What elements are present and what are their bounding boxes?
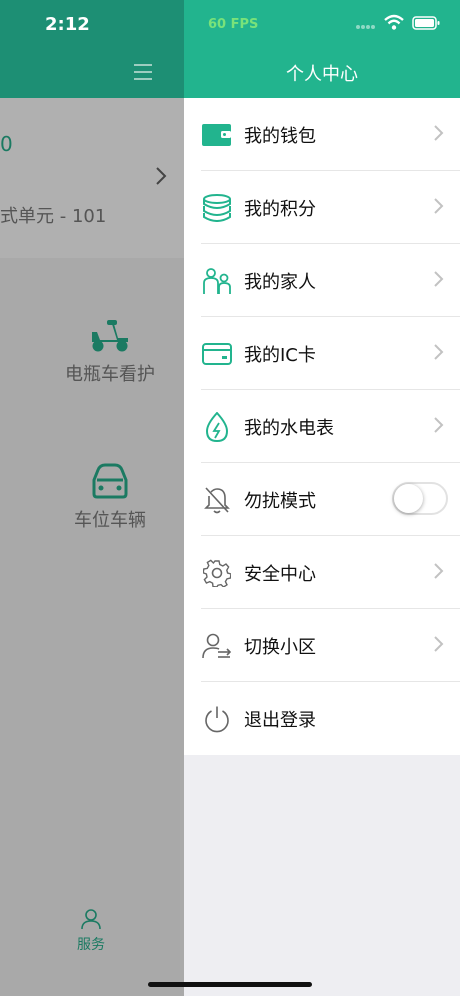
menu-item-label: 我的家人 bbox=[244, 271, 316, 293]
user-icon bbox=[60, 908, 122, 934]
wifi-icon bbox=[384, 14, 404, 34]
chevron-right-icon bbox=[432, 342, 444, 366]
drawer-header: 60 FPS 个人中心 bbox=[184, 0, 460, 98]
drawer-title: 个人中心 bbox=[286, 64, 358, 85]
chevron-right-icon bbox=[432, 196, 444, 220]
menu-icon[interactable] bbox=[133, 62, 153, 86]
menu-list: 我的钱包 我的积分 我的家人 我的IC卡 我的水电表 勿扰模式 安全中心 切换小… bbox=[184, 98, 460, 755]
menu-item-do-not-disturb[interactable]: 勿扰模式 bbox=[184, 463, 460, 536]
status-time: 2:12 bbox=[45, 14, 90, 35]
fps-counter: 60 FPS bbox=[208, 17, 259, 32]
menu-item-points[interactable]: 我的积分 bbox=[184, 171, 460, 244]
menu-item-label: 退出登录 bbox=[244, 709, 316, 731]
chevron-right-icon bbox=[432, 561, 444, 585]
menu-item-label: 我的钱包 bbox=[244, 125, 316, 147]
chevron-right-icon bbox=[432, 415, 444, 439]
coins-icon bbox=[202, 193, 232, 223]
menu-item-family[interactable]: 我的家人 bbox=[184, 244, 460, 317]
service-electric-scooter[interactable]: 电瓶车看护 bbox=[40, 318, 180, 386]
menu-item-ic-card[interactable]: 我的IC卡 bbox=[184, 317, 460, 390]
car-icon bbox=[40, 462, 180, 506]
toggle-knob bbox=[394, 484, 423, 513]
menu-item-label: 我的水电表 bbox=[244, 417, 334, 439]
chevron-right-icon bbox=[432, 634, 444, 658]
water-electric-meter-icon bbox=[202, 411, 232, 442]
services-grid: 电瓶车看护 车位车辆 bbox=[0, 270, 184, 880]
home-indicator bbox=[148, 982, 312, 987]
menu-item-label: 安全中心 bbox=[244, 563, 316, 585]
background-page: 2:12 0 式单元 - 101 电瓶车看护 车位车辆 服务 bbox=[0, 0, 184, 996]
service-label: 电瓶车看护 bbox=[65, 364, 155, 385]
menu-item-label: 我的IC卡 bbox=[244, 344, 316, 366]
wallet-icon bbox=[202, 120, 232, 150]
community-card[interactable]: 0 式单元 - 101 bbox=[0, 98, 184, 258]
tab-label: 服务 bbox=[77, 937, 105, 953]
service-parking[interactable]: 车位车辆 bbox=[40, 462, 180, 532]
menu-item-logout[interactable]: 退出登录 bbox=[184, 682, 460, 755]
background-header: 2:12 bbox=[0, 0, 184, 98]
family-icon bbox=[202, 266, 232, 296]
switch-user-icon bbox=[202, 631, 232, 661]
signal-dots-icon bbox=[356, 15, 376, 34]
bell-off-icon bbox=[202, 485, 232, 515]
service-label: 车位车辆 bbox=[74, 510, 146, 531]
card-number: 0 bbox=[0, 132, 13, 156]
card-address: 式单元 - 101 bbox=[0, 206, 107, 227]
battery-icon bbox=[412, 15, 440, 34]
card-icon bbox=[202, 339, 232, 369]
status-icons bbox=[356, 14, 440, 34]
chevron-right-icon bbox=[432, 123, 444, 147]
menu-item-label: 切换小区 bbox=[244, 636, 316, 658]
chevron-right-icon bbox=[432, 269, 444, 293]
chevron-right-icon bbox=[154, 166, 168, 190]
electric-scooter-icon bbox=[40, 318, 180, 360]
power-icon bbox=[202, 704, 232, 734]
gear-icon bbox=[202, 558, 232, 588]
menu-item-security-center[interactable]: 安全中心 bbox=[184, 536, 460, 609]
menu-item-water-electric-meter[interactable]: 我的水电表 bbox=[184, 390, 460, 463]
menu-item-label: 勿扰模式 bbox=[244, 490, 316, 512]
menu-item-label: 我的积分 bbox=[244, 198, 316, 220]
menu-item-switch-community[interactable]: 切换小区 bbox=[184, 609, 460, 682]
personal-center-drawer: 60 FPS 个人中心 我的钱包 我的积分 我的家人 我的IC卡 我的水电表 勿… bbox=[184, 0, 460, 996]
menu-item-wallet[interactable]: 我的钱包 bbox=[184, 98, 460, 171]
tab-services[interactable]: 服务 bbox=[60, 908, 122, 954]
do-not-disturb-toggle[interactable] bbox=[392, 482, 448, 515]
